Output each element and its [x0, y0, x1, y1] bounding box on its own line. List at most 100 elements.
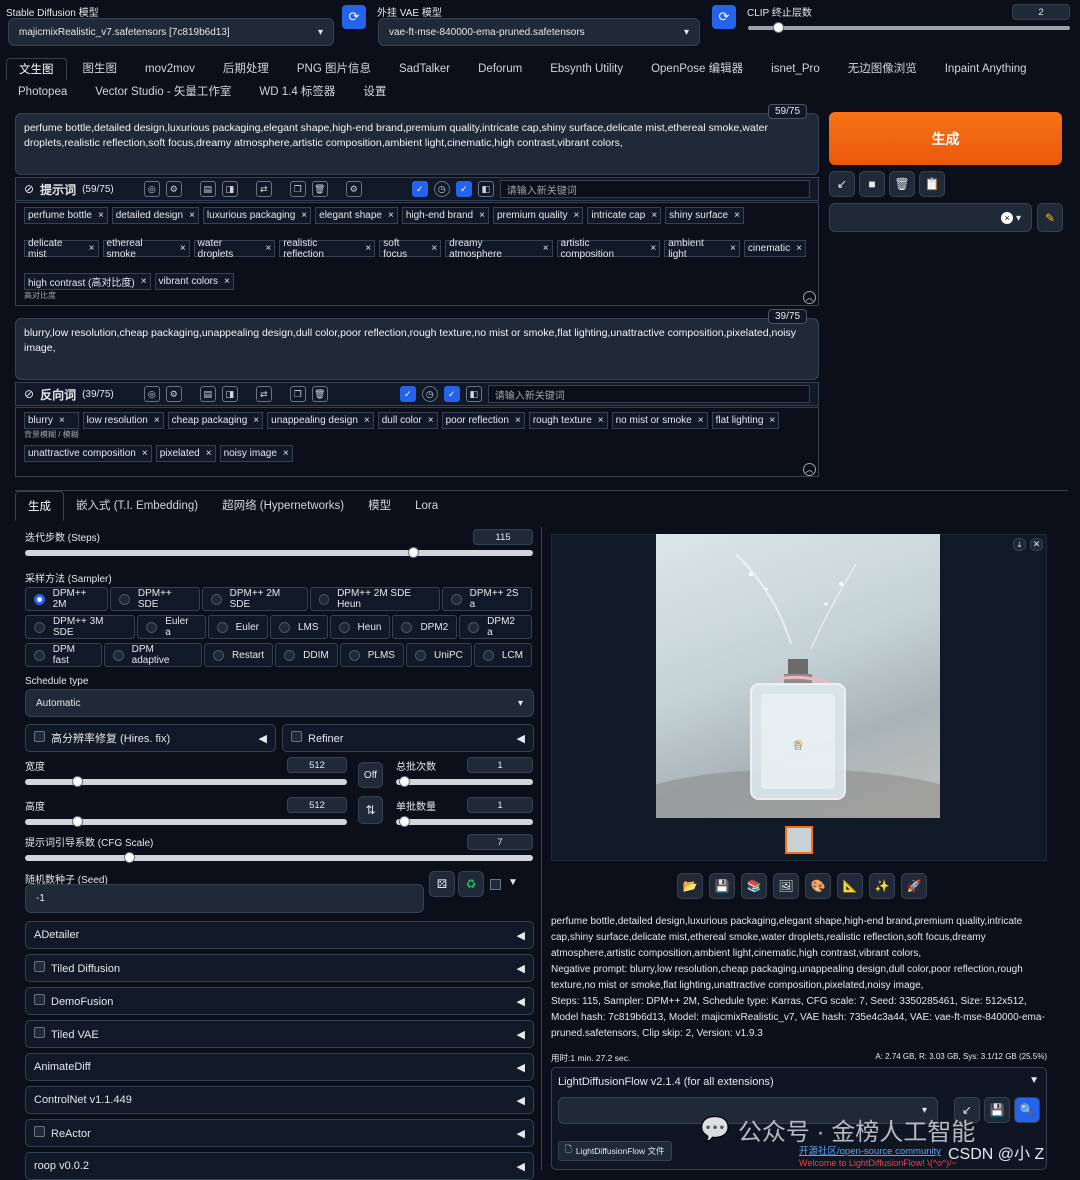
save-icon[interactable]: 💾: [709, 873, 735, 899]
close-icon[interactable]: ×: [224, 276, 230, 287]
generated-image[interactable]: 香: [656, 534, 940, 818]
prompt-tag[interactable]: artistic composition ×: [556, 238, 661, 267]
globe-icon[interactable]: ◎: [143, 386, 160, 402]
sampler-option[interactable]: DPM2: [392, 615, 458, 639]
schedule-select[interactable]: Automatic ▾: [25, 689, 534, 717]
batch-size-slider[interactable]: [396, 816, 533, 827]
accordion-controlnet-v1-1-449[interactable]: ControlNet v1.1.449 ◀: [25, 1086, 534, 1114]
close-icon[interactable]: ×: [598, 415, 604, 426]
panel-icon[interactable]: ◧: [477, 181, 494, 197]
vae-select[interactable]: vae-ft-mse-840000-ema-pruned.safetensors…: [378, 18, 700, 46]
tab-9[interactable]: isnet_Pro: [759, 58, 832, 80]
hires-fix-accordion[interactable]: 高分辨率修复 (Hires. fix) ◀: [25, 724, 276, 752]
sampler-option[interactable]: DPM adaptive: [103, 643, 202, 667]
prompt-tag[interactable]: no mist or smoke ×: [611, 412, 708, 439]
save-icon[interactable]: 💾: [984, 1097, 1010, 1123]
gear-icon[interactable]: ⚙: [165, 181, 182, 197]
close-icon[interactable]: ×: [769, 415, 775, 426]
sampler-option[interactable]: DPM2 a: [459, 615, 532, 639]
slider-knob[interactable]: [71, 776, 83, 787]
trash-icon[interactable]: 🗑: [889, 171, 915, 197]
folder-icon[interactable]: 📂: [677, 873, 703, 899]
close-icon[interactable]: ×: [154, 415, 160, 426]
history-icon[interactable]: ▤: [199, 386, 216, 402]
triangle-down-icon[interactable]: ▼: [508, 877, 518, 888]
prompt-tag[interactable]: detailed design ×: [111, 207, 199, 234]
recycle-icon[interactable]: ♻: [458, 871, 484, 897]
tab-11[interactable]: Inpaint Anything: [933, 58, 1039, 80]
close-icon[interactable]: ×: [650, 243, 656, 254]
sampler-option[interactable]: DPM++ 2M SDE Heun: [309, 587, 441, 611]
prompt-tag[interactable]: unattractive composition ×: [24, 445, 152, 472]
accordion-checkbox[interactable]: [34, 1126, 45, 1137]
tab-8[interactable]: OpenPose 编辑器: [639, 58, 755, 80]
close-icon[interactable]: ×: [515, 415, 521, 426]
checkbox-icon[interactable]: ✓: [399, 386, 416, 402]
close-icon[interactable]: ×: [428, 415, 434, 426]
accordion-reactor[interactable]: ReActor ◀: [25, 1119, 534, 1147]
tab-5[interactable]: SadTalker: [387, 58, 462, 80]
prompt-tag[interactable]: high contrast (高对比度) × 高对比度: [24, 273, 151, 300]
sparkle-icon[interactable]: ✨: [869, 873, 895, 899]
slider-knob[interactable]: [398, 816, 410, 827]
accordion-checkbox[interactable]: [34, 994, 45, 1005]
tab-13[interactable]: Vector Studio - 矢量工作室: [83, 81, 243, 103]
prompt-tag[interactable]: ethereal smoke ×: [102, 238, 190, 267]
settings-icon[interactable]: ⚙: [345, 181, 362, 197]
prompt-tag[interactable]: blurry × 背景模糊 / 模糊: [24, 412, 79, 439]
sampler-option[interactable]: LCM: [473, 643, 532, 667]
close-icon[interactable]: ×: [189, 210, 195, 221]
accordion-adetailer[interactable]: ADetailer ◀: [25, 921, 534, 949]
dice-icon[interactable]: ⚄: [429, 871, 455, 897]
close-icon[interactable]: ×: [180, 243, 186, 254]
search-icon[interactable]: 🔍: [1014, 1097, 1040, 1123]
prompt-tag[interactable]: dreamy atmosphere ×: [445, 238, 553, 267]
close-icon[interactable]: ×: [730, 243, 736, 254]
batch-count-slider[interactable]: [396, 776, 533, 787]
prompt-tag[interactable]: ambient light ×: [664, 238, 740, 267]
height-slider[interactable]: [25, 816, 347, 827]
steps-value[interactable]: 115: [473, 529, 533, 545]
prompt-tag[interactable]: premium quality ×: [492, 207, 584, 234]
checkbox-icon[interactable]: ✓: [443, 386, 460, 402]
accordion-tiled-diffusion[interactable]: Tiled Diffusion ◀: [25, 954, 534, 982]
close-icon[interactable]: ×: [574, 210, 580, 221]
slider-knob[interactable]: [124, 852, 136, 863]
tab-3[interactable]: 后期处理: [211, 58, 281, 80]
prompt-tag[interactable]: poor reflection ×: [441, 412, 525, 439]
tab-7[interactable]: Ebsynth Utility: [538, 58, 635, 80]
steps-slider[interactable]: [25, 547, 533, 558]
sampler-option[interactable]: LMS: [269, 615, 328, 639]
square-icon[interactable]: ■: [859, 171, 885, 197]
slider-knob[interactable]: [71, 816, 83, 827]
sd-model-select[interactable]: majicmixRealistic_v7.safetensors [7c819b…: [8, 18, 334, 46]
keyword-input[interactable]: 请输入新关键词: [499, 180, 810, 198]
close-icon[interactable]: ×: [141, 276, 147, 287]
batch-count-value[interactable]: 1: [467, 757, 533, 773]
tab-10[interactable]: 无边图像浏览: [836, 58, 929, 80]
prompt-tag[interactable]: delicate mist ×: [24, 238, 99, 267]
subtab-0[interactable]: 生成: [15, 491, 64, 521]
extra-seed-checkbox[interactable]: [490, 879, 501, 890]
close-icon[interactable]: ×: [365, 243, 371, 254]
close-icon[interactable]: ✕: [1030, 538, 1043, 551]
prompt-tag[interactable]: cheap packaging ×: [167, 412, 264, 439]
prompt-tag[interactable]: elegant shape ×: [315, 207, 398, 234]
trash-icon[interactable]: 🗑: [311, 386, 328, 402]
prompt-tag[interactable]: cinematic ×: [743, 240, 806, 267]
sampler-option[interactable]: Euler: [207, 615, 268, 639]
translate-icon[interactable]: ⇄: [255, 181, 272, 197]
close-icon[interactable]: ×: [142, 448, 148, 459]
collapse-up-icon[interactable]: ︿: [803, 291, 816, 304]
collapse-icon[interactable]: ⊘: [24, 387, 34, 401]
generate-button[interactable]: 生成: [829, 112, 1062, 165]
keyword-input[interactable]: 请输入新关键词: [487, 385, 810, 403]
accordion-checkbox[interactable]: [34, 961, 45, 972]
height-value[interactable]: 512: [287, 797, 347, 813]
history-icon[interactable]: ▤: [199, 181, 216, 197]
prompt-tag[interactable]: rough texture ×: [528, 412, 608, 439]
ldf-file-button[interactable]: 🗋 LightDiffusionFlow 文件: [558, 1141, 672, 1161]
close-icon[interactable]: ×: [301, 210, 307, 221]
style-select[interactable]: × ▾: [829, 203, 1032, 232]
prompt-tag[interactable]: dull color ×: [377, 412, 438, 439]
